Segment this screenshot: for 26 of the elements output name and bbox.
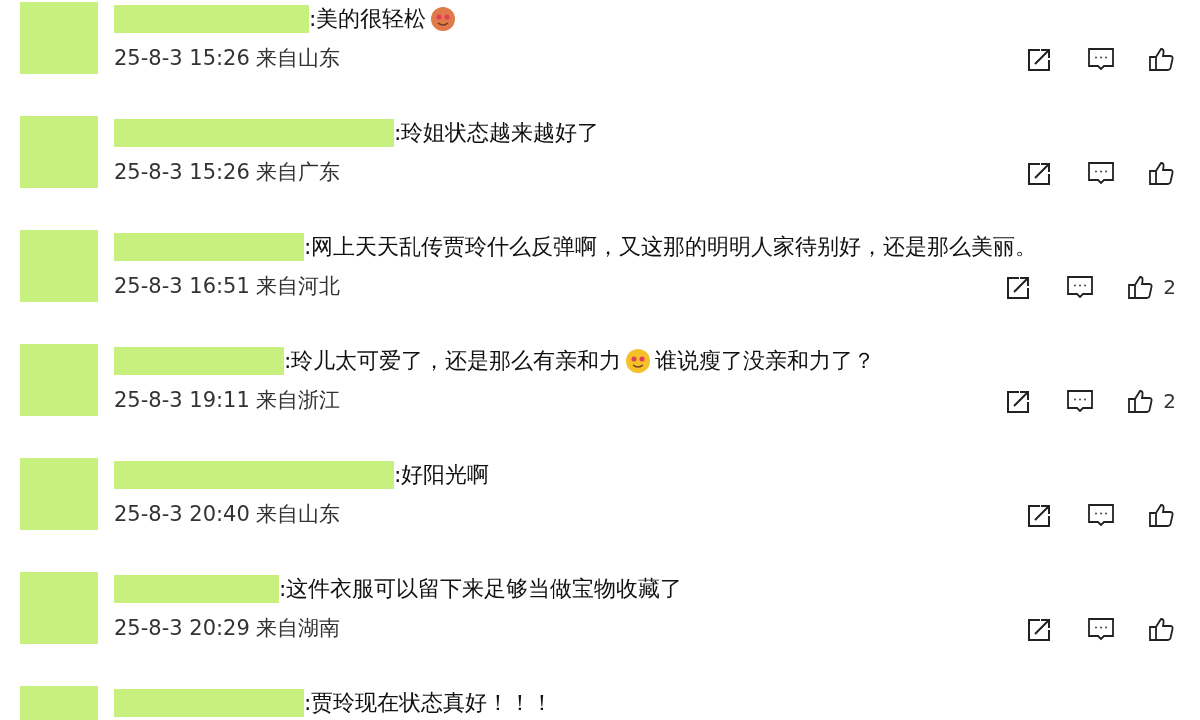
comment-button[interactable]	[1087, 501, 1115, 528]
comment-meta: 25-8-3 16:51 来自河北	[114, 273, 341, 300]
comment-text: :贾玲现在状态真好！！！	[304, 689, 554, 717]
comment-text: 谁说瘦了没亲和力了？	[655, 347, 876, 375]
comment-button[interactable]	[1066, 273, 1095, 300]
comment-meta: 25-8-3 20:40 来自山东	[114, 501, 341, 528]
comment-meta: 25-8-3 20:29 来自湖南	[114, 615, 341, 642]
comment-text: :这件衣服可以留下来足够当做宝物收藏了	[279, 575, 683, 603]
comment-button[interactable]	[1066, 387, 1095, 414]
comment-text: :好阳光啊	[394, 461, 490, 489]
comment-meta: 25-8-3 19:11 来自浙江	[114, 387, 341, 414]
comment-button[interactable]	[1087, 159, 1115, 186]
like-button[interactable]	[1148, 45, 1176, 72]
comment-button[interactable]	[1087, 615, 1115, 642]
like-button[interactable]	[1148, 501, 1176, 528]
like-button[interactable]	[1148, 615, 1176, 642]
comment-text: :网上天天乱传贾玲什么反弹啊，又这那的明明人家待别好，还是那么美丽。	[304, 233, 1038, 261]
comment-text: :玲儿太可爱了，还是那么有亲和力	[284, 347, 622, 375]
comment-meta: 25-8-3 15:26 来自山东	[114, 45, 341, 72]
like-button[interactable]: 2	[1127, 273, 1176, 300]
comment-button[interactable]	[1087, 45, 1115, 72]
like-button[interactable]	[1148, 159, 1176, 186]
comment-text: :玲姐状态越来越好了	[394, 119, 600, 147]
comment-text: :美的很轻松	[309, 5, 427, 33]
like-button[interactable]: 2	[1127, 387, 1176, 414]
comment-meta: 25-8-3 15:26 来自广东	[114, 159, 341, 186]
